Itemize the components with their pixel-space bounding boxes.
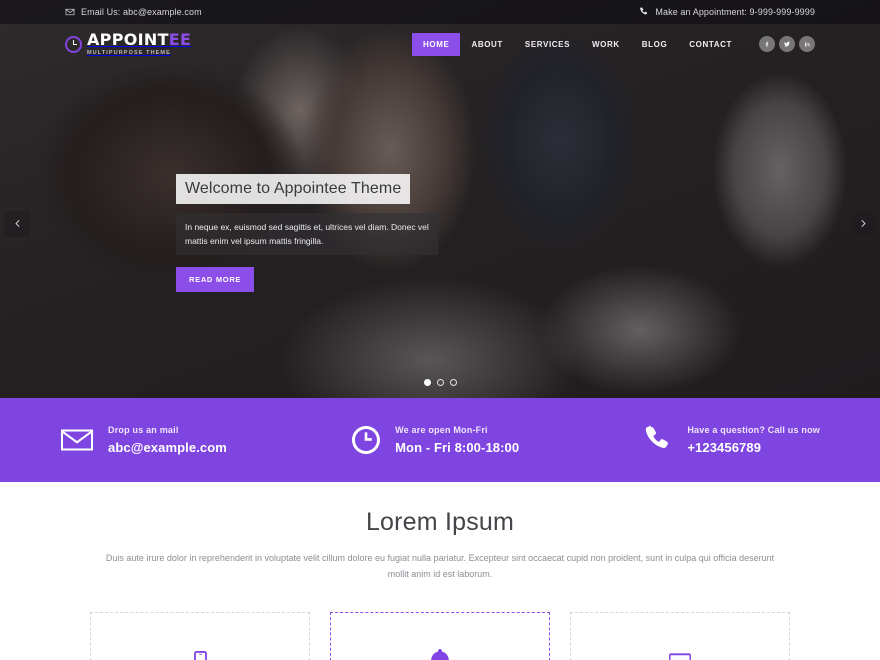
topbar-email-text: Email Us: abc@example.com [81,7,202,17]
read-more-button[interactable]: READ MORE [176,267,255,293]
info-item-hours-text: We are open Mon-Fri Mon - Fri 8:00-18:00 [395,425,519,455]
nav-item-blog[interactable]: BLOG [631,33,679,56]
twitter-icon[interactable] [779,36,795,52]
slider-dot-2[interactable] [436,379,444,386]
contact-info-bar-inner: Drop us an mail abc@example.com We are o… [60,425,820,455]
main-navbar: APPOINTEE MULTIPURPOSE THEME HOME ABOUT … [0,26,880,62]
social-links [759,36,815,52]
logo-tagline: MULTIPURPOSE THEME [87,49,171,56]
hero-description: In neque ex, euismod sed sagittis et, ul… [176,213,438,256]
envelope-icon [60,427,94,453]
info-item-hours[interactable]: We are open Mon-Fri Mon - Fri 8:00-18:00 [351,425,519,455]
nav-item-work[interactable]: WORK [581,33,631,56]
logo-name: APPOINTEE [87,30,191,49]
logo-name-main: APPOINT [87,29,169,49]
lorem-section: Lorem Ipsum Duis aute irure dolor in rep… [0,482,880,660]
facebook-icon[interactable] [759,36,775,52]
info-item-email[interactable]: Drop us an mail abc@example.com [60,425,227,455]
slider-dots [0,379,880,386]
top-contact-bar: Email Us: abc@example.com Make an Appoin… [0,0,880,24]
laptop-icon [667,652,693,660]
slider-dot-3[interactable] [449,379,457,386]
envelope-icon [65,7,75,17]
main-navbar-inner: APPOINTEE MULTIPURPOSE THEME HOME ABOUT … [65,26,815,62]
site-logo[interactable]: APPOINTEE MULTIPURPOSE THEME [65,30,191,57]
info-item-phone-label: Have a question? Call us now [687,425,820,435]
contact-info-bar: Drop us an mail abc@example.com We are o… [0,398,880,482]
feature-box-mobile[interactable] [90,611,310,660]
clock-icon [351,425,381,455]
topbar-appointment-text: Make an Appointment: 9-999-999-9999 [655,7,815,17]
feature-box-bell[interactable] [330,611,550,660]
top-contact-bar-inner: Email Us: abc@example.com Make an Appoin… [65,7,815,17]
slider-dot-1[interactable] [423,379,431,386]
info-item-email-label: Drop us an mail [108,425,179,435]
info-item-phone-text: Have a question? Call us now +123456789 [687,425,820,455]
page-root: Email Us: abc@example.com Make an Appoin… [0,0,880,660]
clock-icon [65,35,82,53]
info-item-phone-value: +123456789 [687,440,762,455]
phone-icon [643,425,673,455]
nav-right-group: HOME ABOUT SERVICES WORK BLOG CONTACT [412,32,815,56]
nav-menu: HOME ABOUT SERVICES WORK BLOG CONTACT [412,32,743,56]
chevron-right-icon [859,215,868,233]
info-item-email-value: abc@example.com [108,440,227,455]
topbar-appointment[interactable]: Make an Appointment: 9-999-999-9999 [639,7,815,17]
logo-name-accent: EE [168,29,192,49]
hero-slide-content: Welcome to Appointee Theme In neque ex, … [176,174,438,293]
hero-slider: Email Us: abc@example.com Make an Appoin… [0,0,880,398]
nav-item-home[interactable]: HOME [412,32,461,56]
logo-text: APPOINTEE MULTIPURPOSE THEME [87,30,191,57]
info-item-email-text: Drop us an mail abc@example.com [108,425,227,455]
nav-item-about[interactable]: ABOUT [460,33,513,56]
feature-boxes [90,611,790,660]
slider-prev-button[interactable] [4,211,30,237]
mobile-phone-icon [193,650,207,660]
linkedin-icon[interactable] [799,36,815,52]
hero-title: Welcome to Appointee Theme [176,174,411,204]
info-item-hours-label: We are open Mon-Fri [395,425,488,435]
info-item-phone[interactable]: Have a question? Call us now +123456789 [643,425,820,455]
slider-next-button[interactable] [850,211,876,237]
bell-icon [428,648,452,660]
nav-item-services[interactable]: SERVICES [514,33,581,56]
phone-icon [639,7,649,17]
page-title: Lorem Ipsum [365,508,515,536]
chevron-left-icon [13,215,22,233]
topbar-email[interactable]: Email Us: abc@example.com [65,7,202,17]
nav-item-contact[interactable]: CONTACT [678,33,743,56]
info-item-hours-value: Mon - Fri 8:00-18:00 [395,440,520,455]
feature-box-laptop[interactable] [570,611,790,660]
section-description: Duis aute irure dolor in reprehenderit i… [105,553,775,579]
